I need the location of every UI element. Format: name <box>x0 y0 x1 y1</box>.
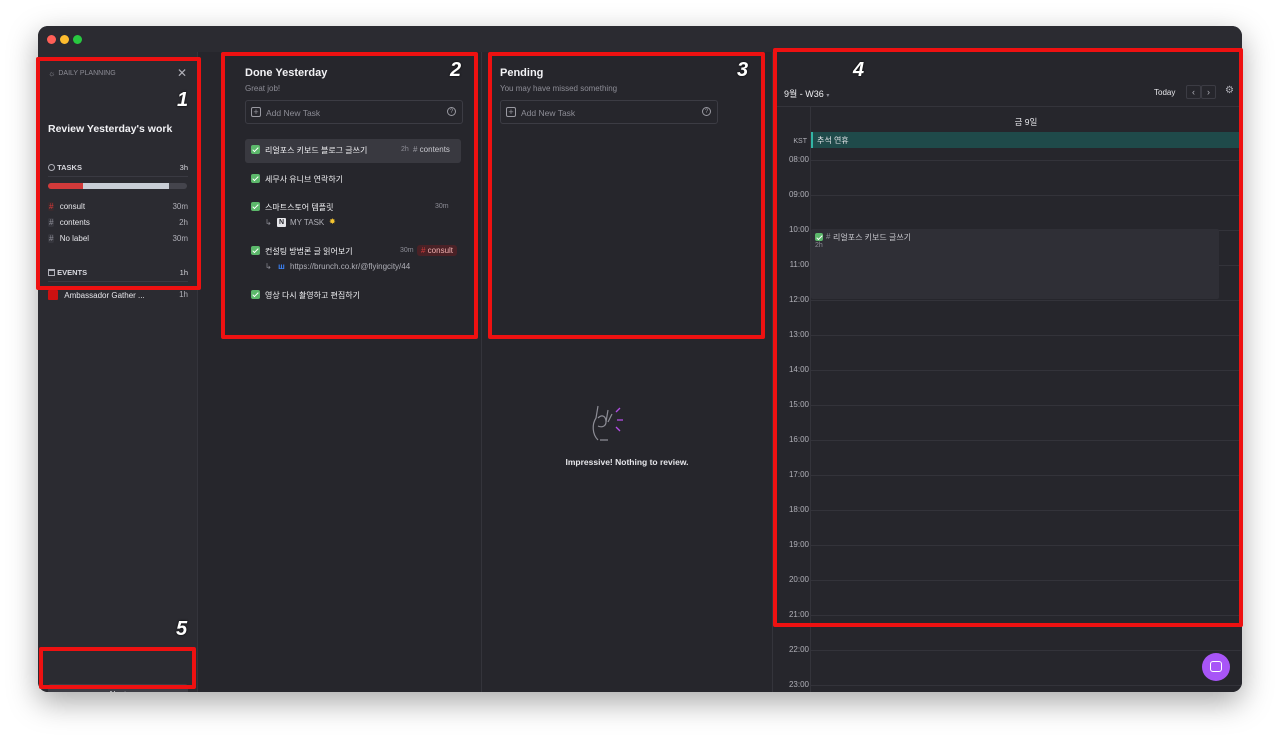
chat-support-button[interactable] <box>1202 653 1230 681</box>
event-color-swatch <box>48 290 58 300</box>
empty-state-message: Impressive! Nothing to review. <box>565 457 689 467</box>
close-window-button[interactable] <box>47 35 56 44</box>
annotation-number-5: 5 <box>176 618 188 640</box>
hour-label: 23:00 <box>788 680 809 689</box>
annotation-box-5 <box>39 647 196 689</box>
annotation-number-2: 2 <box>450 59 462 81</box>
annotation-box-2 <box>221 52 478 339</box>
minimize-window-button[interactable] <box>60 35 69 44</box>
hour-line <box>811 650 1241 651</box>
hour-line <box>811 685 1241 686</box>
event-name: Ambassador Gather ... <box>64 291 145 300</box>
chat-icon <box>1210 661 1222 672</box>
column-divider <box>481 52 482 692</box>
annotation-box-4 <box>773 48 1243 627</box>
zoom-window-button[interactable] <box>73 35 82 44</box>
event-duration: 1h <box>179 290 188 299</box>
annotation-number-1: 1 <box>177 89 189 111</box>
ok-hand-icon <box>592 405 623 441</box>
hour-label: 22:00 <box>788 645 809 654</box>
annotation-number-3: 3 <box>737 59 749 81</box>
annotation-box-3 <box>488 52 765 339</box>
event-row[interactable]: Ambassador Gather ... 1h <box>48 290 188 300</box>
annotation-number-4: 4 <box>853 59 865 81</box>
